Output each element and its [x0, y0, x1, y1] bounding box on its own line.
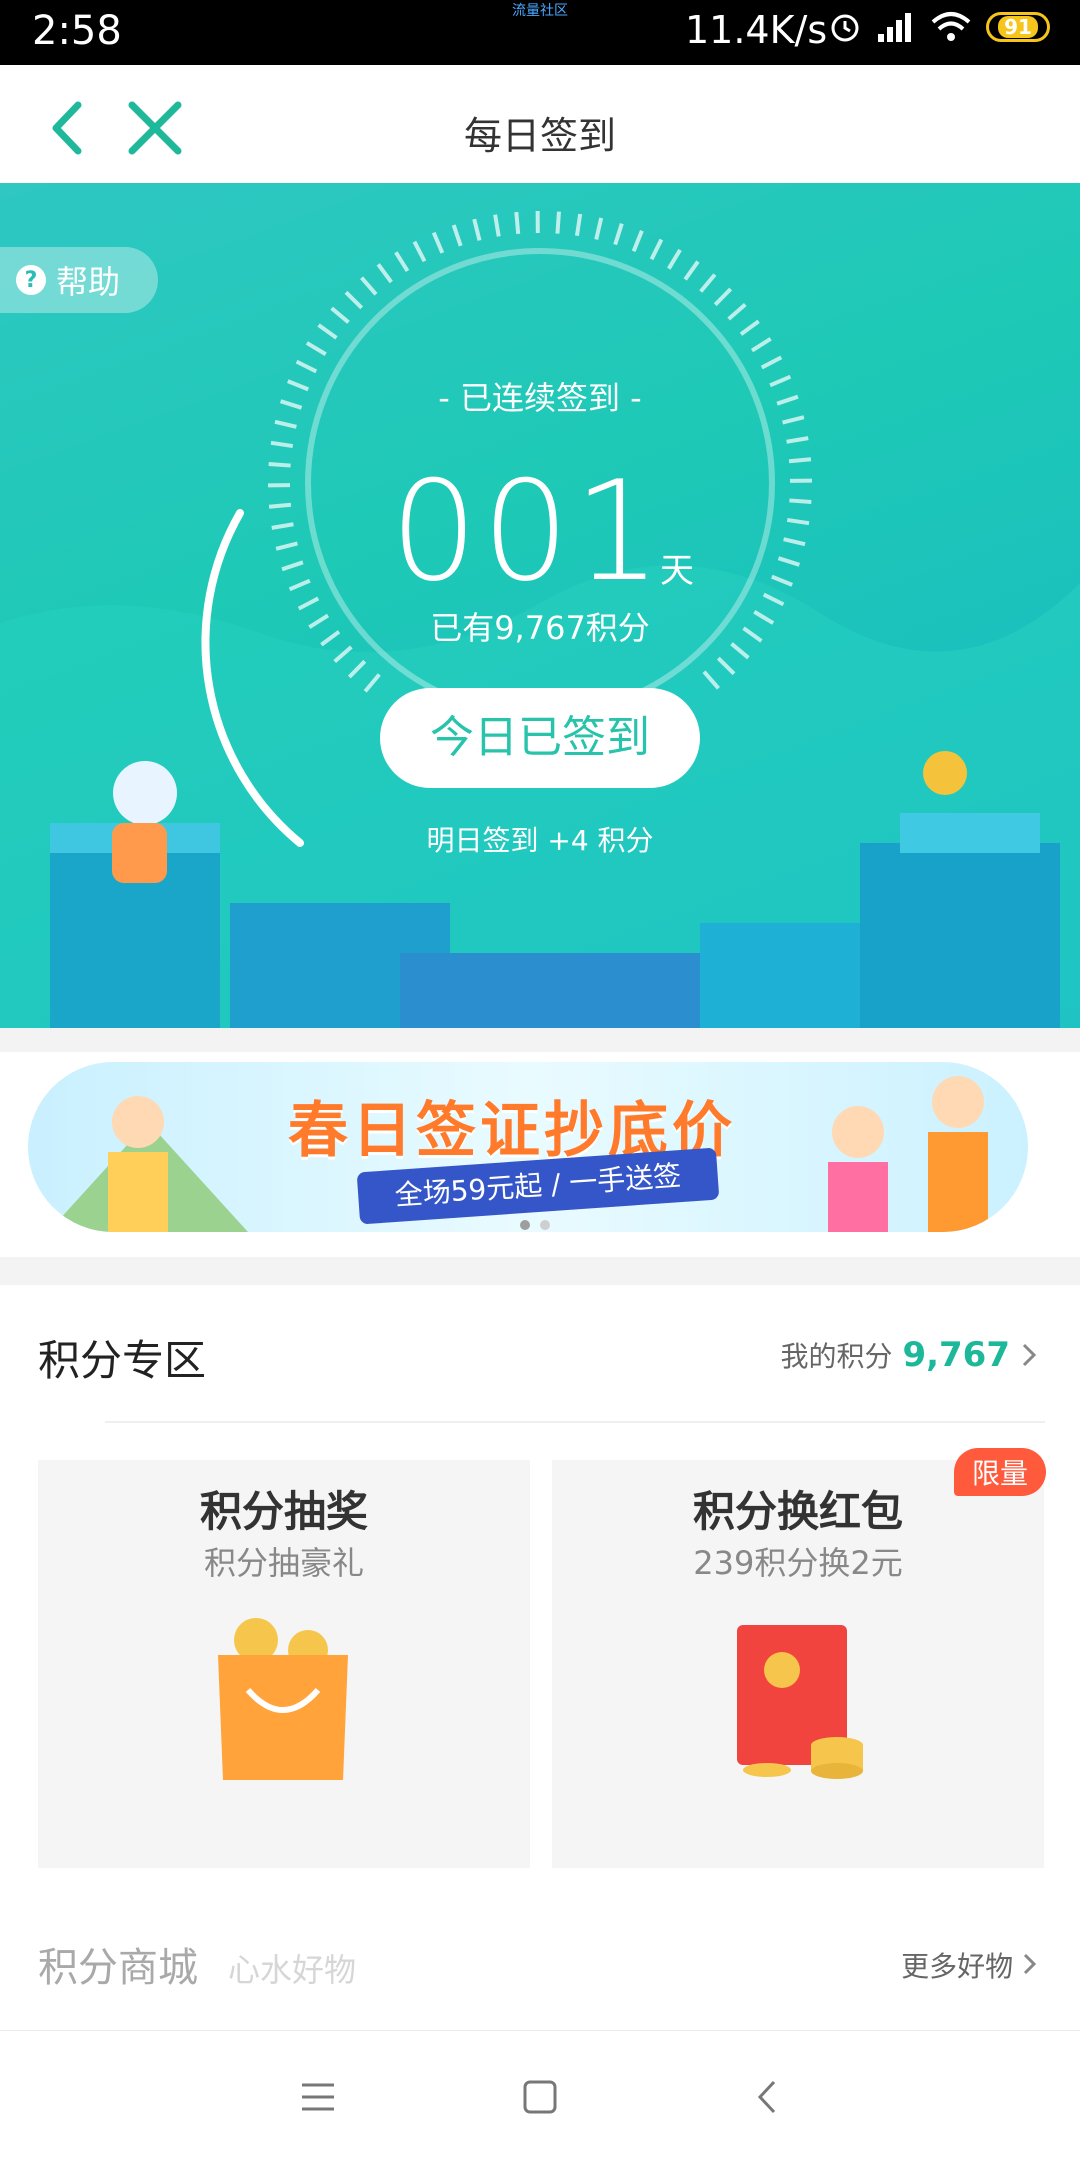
- ring-tick: [772, 577, 792, 585]
- ring-tick: [297, 362, 317, 372]
- help-button[interactable]: ? 帮助: [0, 247, 158, 313]
- battery-level: 91: [998, 16, 1038, 38]
- status-icons: 91: [828, 10, 1050, 44]
- checkin-hero: ? 帮助 - 已连续签到 - 001 天 已有9,767积分 今日已签到 明日签…: [0, 183, 1080, 1028]
- banner-pagination: [520, 1220, 550, 1230]
- days-unit: 天: [660, 543, 694, 592]
- mall-title: 积分商城: [38, 1935, 198, 1993]
- ring-tick: [784, 539, 805, 544]
- battery-icon: 91: [986, 12, 1050, 42]
- ring-tick: [741, 321, 759, 334]
- ring-tick: [596, 218, 601, 239]
- ring-tick: [787, 520, 809, 523]
- ring-tick: [778, 558, 799, 565]
- consecutive-label: - 已连续签到 -: [0, 373, 1080, 419]
- ring-tick: [669, 250, 680, 269]
- ring-tick: [685, 262, 698, 280]
- ring-tick: [362, 278, 376, 295]
- ring-tick: [378, 264, 391, 282]
- lottery-title: 积分抽奖: [38, 1478, 530, 1539]
- ring-tick: [729, 305, 746, 319]
- ring-tick: [752, 339, 771, 351]
- lottery-subtitle: 积分抽豪礼: [38, 1538, 530, 1584]
- ring-tick: [516, 212, 518, 234]
- ring-tick: [454, 225, 461, 246]
- my-points-value: 9,767: [902, 1335, 1010, 1375]
- red-envelope-icon: [727, 1620, 877, 1790]
- chevron-right-icon: [1022, 1952, 1038, 1976]
- back-nav-icon[interactable]: [748, 2077, 788, 2117]
- ring-tick: [762, 357, 782, 367]
- points-zone-title: 积分专区: [38, 1327, 206, 1388]
- redpacket-card[interactable]: 积分换红包 239积分换2元 限量: [552, 1460, 1044, 1868]
- my-points-label: 我的积分: [780, 1335, 892, 1375]
- banner-illustration-left: [28, 1062, 268, 1232]
- help-label: 帮助: [56, 257, 120, 303]
- limited-badge: 限量: [954, 1448, 1046, 1496]
- banner-illustration-right: [768, 1062, 1028, 1232]
- my-points-link[interactable]: 我的积分 9,767: [780, 1335, 1038, 1375]
- banner-dot-active: [520, 1220, 530, 1230]
- page-title: 每日签到: [0, 105, 1080, 160]
- ring-tick: [701, 275, 715, 292]
- shopping-bag-icon: [208, 1610, 358, 1790]
- ring-tick: [332, 308, 349, 322]
- ring-tick: [789, 500, 811, 502]
- banner-dot: [540, 1220, 550, 1230]
- points-zone: 积分专区 我的积分 9,767 积分抽奖 积分抽豪礼 积分换红包 239积分换2…: [0, 1285, 1080, 2030]
- wifi-icon: [930, 10, 972, 44]
- promo-banner-section: 春日签证抄底价 全场59元起 / 一手送签: [0, 1052, 1080, 1257]
- more-goods-label: 更多好物: [901, 1950, 1013, 1983]
- ring-tick: [269, 505, 291, 507]
- consecutive-days: 001: [390, 451, 665, 612]
- lottery-card[interactable]: 积分抽奖 积分抽豪礼: [38, 1460, 530, 1868]
- ring-tick: [272, 524, 294, 528]
- ring-tick: [577, 214, 580, 236]
- ring-tick: [276, 543, 297, 548]
- tomorrow-reward: 明日签到 +4 积分: [0, 819, 1080, 859]
- ring-tick: [269, 464, 291, 466]
- chevron-right-icon: [1020, 1341, 1038, 1369]
- ring-tick: [557, 212, 559, 234]
- app-bar: 每日签到: [0, 65, 1080, 183]
- ring-tick: [787, 438, 809, 442]
- divider: [105, 1421, 1045, 1423]
- home-icon[interactable]: [520, 2077, 560, 2117]
- menu-icon[interactable]: [298, 2077, 338, 2117]
- ring-tick: [271, 443, 293, 446]
- ring-tick: [789, 459, 811, 461]
- help-icon: ?: [16, 265, 46, 295]
- alarm-icon: [828, 10, 862, 44]
- total-points: 已有9,767积分: [0, 603, 1080, 649]
- ring-tick: [634, 231, 642, 251]
- ring-tick: [474, 219, 479, 240]
- network-speed: 11.4K/s: [685, 8, 827, 52]
- ring-tick: [414, 242, 424, 262]
- ring-tick: [319, 325, 337, 338]
- ring-tick: [282, 562, 303, 569]
- mall-subtitle: 心水好物: [228, 1945, 356, 1991]
- ring-tick: [396, 252, 408, 271]
- ring-tick: [275, 422, 296, 427]
- status-center-text: 流量社区: [512, 0, 568, 20]
- ring-tick: [290, 581, 310, 590]
- signal-icon: [876, 10, 916, 44]
- ring-tick: [307, 343, 326, 354]
- more-goods-link[interactable]: 更多好物: [901, 1945, 1038, 1985]
- ring-tick: [434, 233, 443, 253]
- status-time: 2:58: [32, 8, 122, 54]
- ring-tick: [715, 289, 730, 305]
- status-bar: 2:58 流量社区 11.4K/s 91: [0, 0, 1080, 65]
- redpacket-subtitle: 239积分换2元: [552, 1538, 1044, 1584]
- system-nav-bar: [0, 2030, 1080, 2161]
- promo-banner[interactable]: 春日签证抄底价 全场59元起 / 一手送签: [28, 1062, 1028, 1232]
- ring-tick: [346, 292, 362, 307]
- ring-tick: [495, 215, 499, 237]
- ring-tick: [652, 240, 662, 260]
- ring-tick: [615, 224, 622, 245]
- signed-today-button[interactable]: 今日已签到: [380, 688, 700, 788]
